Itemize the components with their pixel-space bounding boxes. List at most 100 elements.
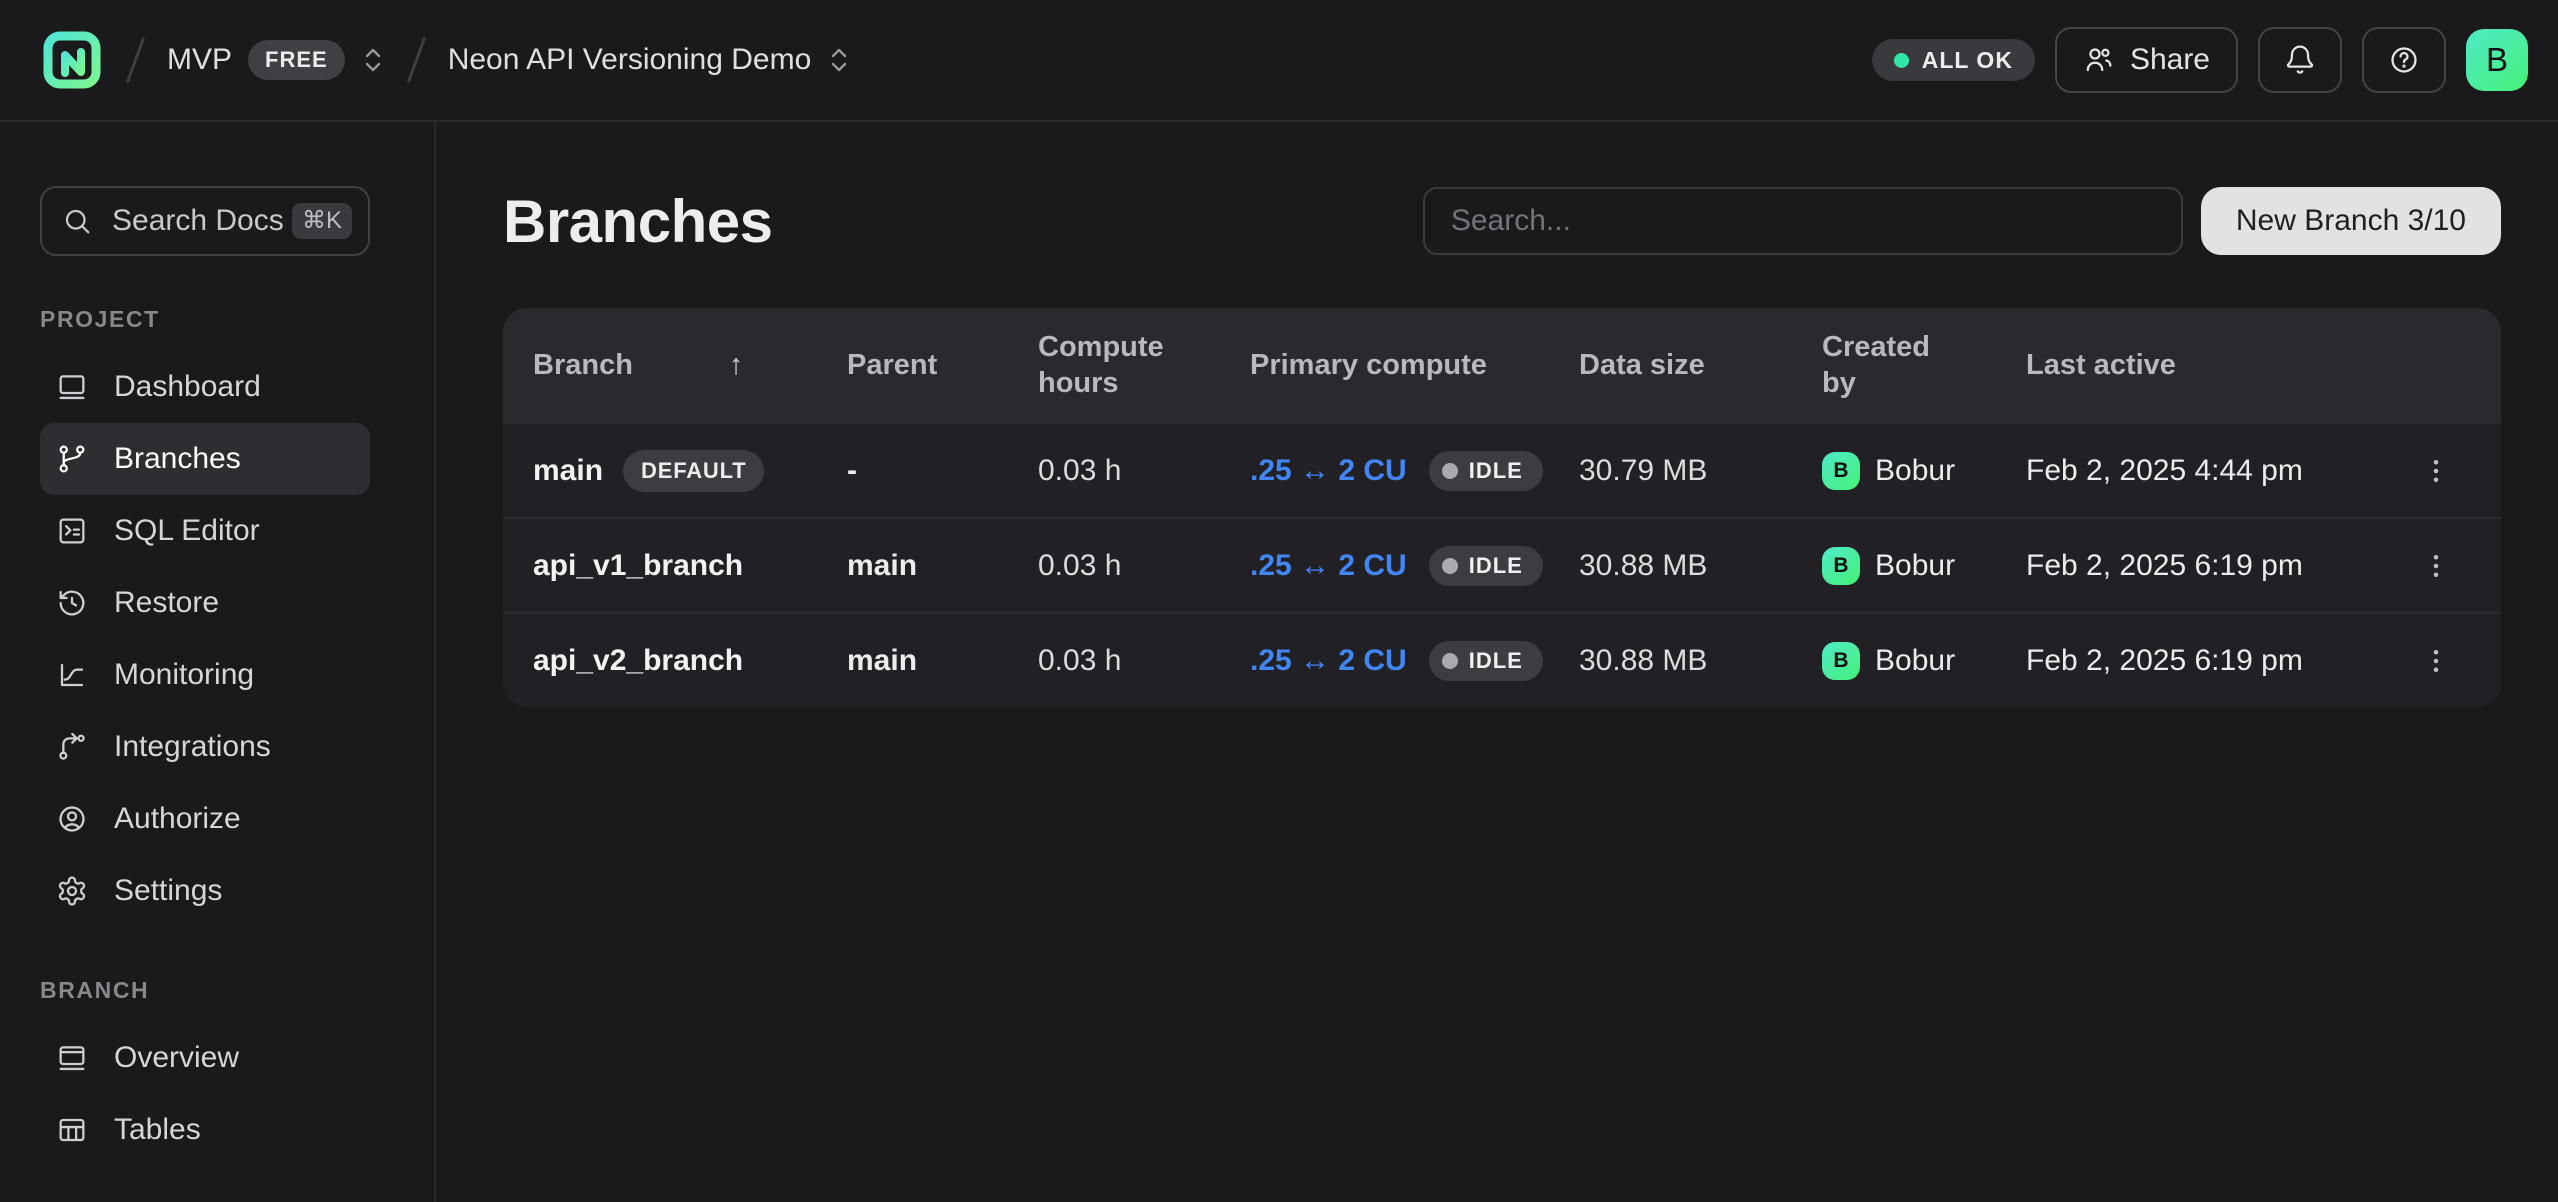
- table-row[interactable]: api_v1_branch main 0.03 h .25 ↔ 2 CU IDL…: [503, 517, 2501, 612]
- compute-range-link[interactable]: .25 ↔ 2 CU: [1250, 549, 1407, 583]
- sidebar-item-label: Monitoring: [114, 658, 254, 692]
- sidebar-item-settings[interactable]: Settings: [40, 855, 370, 927]
- column-header-branch[interactable]: Branch ↑: [533, 347, 847, 383]
- sidebar-item-label: Authorize: [114, 802, 241, 836]
- row-menu-button[interactable]: [2406, 631, 2466, 691]
- default-badge: DEFAULT: [623, 450, 764, 492]
- sidebar-item-label: Dashboard: [114, 370, 261, 404]
- kebab-menu-icon: [2421, 646, 2451, 676]
- compute-range-link[interactable]: .25 ↔ 2 CU: [1250, 644, 1407, 678]
- sidebar-item-label: Settings: [114, 874, 222, 908]
- row-menu-button[interactable]: [2406, 536, 2466, 596]
- column-header-data-size[interactable]: Data size: [1579, 347, 1822, 383]
- compute-range-link[interactable]: .25 ↔ 2 CU: [1250, 454, 1407, 488]
- search-docs-label: Search Docs: [112, 204, 284, 238]
- header-actions: ALL OK Share B: [1872, 27, 2528, 93]
- org-switcher[interactable]: MVP FREE: [167, 40, 385, 80]
- main-content: Branches New Branch 3/10 Branch ↑ Parent…: [436, 122, 2558, 1202]
- user-avatar[interactable]: B: [2466, 29, 2528, 91]
- branches-table: Branch ↑ Parent Compute hours Primary co…: [503, 308, 2501, 707]
- section-label-branch: BRANCH: [40, 977, 434, 1004]
- column-header-compute-hours[interactable]: Compute hours: [1038, 329, 1250, 402]
- sidebar-item-authorize[interactable]: Authorize: [40, 783, 370, 855]
- sidebar-item-label: Overview: [114, 1041, 239, 1075]
- creator-name: Bobur: [1875, 454, 1955, 488]
- question-mark-icon: [2388, 44, 2420, 76]
- column-header-parent[interactable]: Parent: [847, 347, 1038, 383]
- sidebar-item-monitoring[interactable]: Monitoring: [40, 639, 370, 711]
- table-row[interactable]: api_v2_branch main 0.03 h .25 ↔ 2 CU IDL…: [503, 612, 2501, 707]
- history-icon: [56, 587, 88, 619]
- branch-name[interactable]: api_v1_branch: [533, 549, 743, 583]
- status-badge[interactable]: ALL OK: [1872, 39, 2035, 81]
- users-icon: [2083, 44, 2115, 76]
- table-row[interactable]: main DEFAULT - 0.03 h .25 ↔ 2 CU IDLE 30…: [503, 422, 2501, 517]
- column-header-created-by[interactable]: Created by: [1822, 329, 2026, 402]
- sidebar-item-branches[interactable]: Branches: [40, 423, 370, 495]
- user-circle-icon: [56, 803, 88, 835]
- table-icon: [56, 1114, 88, 1146]
- kebab-menu-icon: [2421, 551, 2451, 581]
- branch-search-input[interactable]: [1423, 187, 2183, 255]
- branch-name[interactable]: main: [533, 454, 603, 488]
- compute-hours: 0.03 h: [1038, 549, 1250, 583]
- sidebar-item-restore[interactable]: Restore: [40, 567, 370, 639]
- idle-dot-icon: [1442, 558, 1458, 574]
- last-active: Feb 2, 2025 4:44 pm: [2026, 454, 2406, 488]
- branch-name[interactable]: api_v2_branch: [533, 644, 743, 678]
- share-button[interactable]: Share: [2055, 27, 2238, 93]
- share-label: Share: [2130, 43, 2210, 77]
- compute-state-badge: IDLE: [1429, 546, 1543, 586]
- sidebar-item-label: Tables: [114, 1113, 201, 1147]
- sidebar-item-sql-editor[interactable]: SQL Editor: [40, 495, 370, 567]
- status-label: ALL OK: [1922, 47, 2013, 74]
- git-branch-icon: [56, 443, 88, 475]
- new-branch-button[interactable]: New Branch 3/10: [2201, 187, 2501, 255]
- sidebar-item-dashboard[interactable]: Dashboard: [40, 351, 370, 423]
- page-title: Branches: [503, 187, 772, 256]
- data-size: 30.88 MB: [1579, 644, 1822, 678]
- project-nav: Dashboard Branches SQL Editor: [40, 351, 434, 927]
- creator-name: Bobur: [1875, 644, 1955, 678]
- parent-branch: main: [847, 549, 1038, 583]
- compute-state-badge: IDLE: [1429, 641, 1543, 681]
- bell-icon: [2284, 44, 2316, 76]
- sidebar-item-tables[interactable]: Tables: [40, 1094, 370, 1166]
- help-button[interactable]: [2362, 27, 2446, 93]
- branch-nav: Overview Tables: [40, 1022, 434, 1166]
- creator-avatar: B: [1822, 642, 1860, 680]
- notifications-button[interactable]: [2258, 27, 2342, 93]
- last-active: Feb 2, 2025 6:19 pm: [2026, 644, 2406, 678]
- sidebar: Search Docs ⌘K PROJECT Dashboard Branche…: [0, 122, 436, 1202]
- status-ok-dot-icon: [1894, 53, 1909, 68]
- chevron-updown-icon: [361, 44, 385, 76]
- monitoring-chart-icon: [56, 659, 88, 691]
- breadcrumb-separator: [407, 37, 426, 83]
- data-size: 30.79 MB: [1579, 454, 1822, 488]
- last-active: Feb 2, 2025 6:19 pm: [2026, 549, 2406, 583]
- compute-state-badge: IDLE: [1429, 451, 1543, 491]
- sidebar-item-integrations[interactable]: Integrations: [40, 711, 370, 783]
- sidebar-item-label: Branches: [114, 442, 241, 476]
- search-docs-button[interactable]: Search Docs ⌘K: [40, 186, 370, 256]
- neon-logo[interactable]: [40, 28, 104, 92]
- data-size: 30.88 MB: [1579, 549, 1822, 583]
- project-switcher[interactable]: Neon API Versioning Demo: [448, 43, 852, 77]
- row-menu-button[interactable]: [2406, 441, 2466, 501]
- kebab-menu-icon: [2421, 456, 2451, 486]
- idle-dot-icon: [1442, 463, 1458, 479]
- chevron-updown-icon: [827, 44, 851, 76]
- sidebar-item-label: Integrations: [114, 730, 271, 764]
- column-header-last-active[interactable]: Last active: [2026, 347, 2406, 383]
- sidebar-item-overview[interactable]: Overview: [40, 1022, 370, 1094]
- sort-asc-icon[interactable]: ↑: [729, 347, 744, 383]
- sidebar-item-label: SQL Editor: [114, 514, 260, 548]
- column-header-primary-compute[interactable]: Primary compute: [1250, 347, 1579, 383]
- dashboard-icon: [56, 371, 88, 403]
- window-icon: [56, 1042, 88, 1074]
- creator-avatar: B: [1822, 452, 1860, 490]
- creator-name: Bobur: [1875, 549, 1955, 583]
- parent-branch: main: [847, 644, 1038, 678]
- plan-badge: FREE: [248, 40, 345, 80]
- org-name: MVP: [167, 43, 232, 77]
